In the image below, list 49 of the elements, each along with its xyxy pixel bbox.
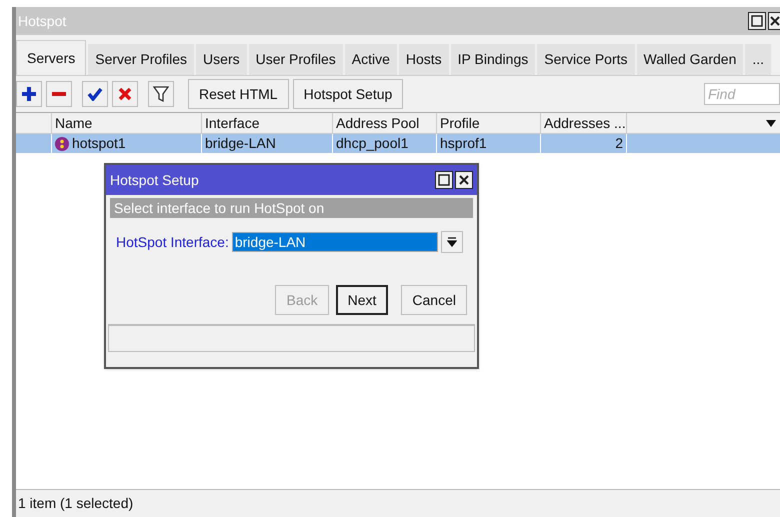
table-cell-text: hotspot1 <box>72 134 126 153</box>
column-header[interactable]: Profile <box>437 113 541 133</box>
tab[interactable]: Hosts <box>398 44 449 75</box>
close-icon[interactable] <box>455 171 473 189</box>
maximize-icon[interactable] <box>435 171 453 189</box>
column-header[interactable]: Name <box>52 113 202 133</box>
table-cell-text: bridge-LAN <box>205 134 276 153</box>
tab[interactable]: Service Ports <box>537 44 634 75</box>
hotspot-icon <box>55 136 69 150</box>
tab[interactable]: Active <box>344 44 397 75</box>
disable-button[interactable] <box>112 81 138 107</box>
status-text: 1 item (1 selected) <box>18 494 134 513</box>
table-cell-text: 2 <box>615 134 623 153</box>
table-row[interactable]: hotspot1 bridge-LAN dhcp_pool1 hsprof1 2 <box>16 134 780 153</box>
column-header[interactable]: Addresses ... <box>541 113 627 133</box>
tab[interactable]: User Profiles <box>248 44 343 75</box>
tab[interactable]: Walled Garden <box>636 44 744 75</box>
tab[interactable]: IP Bindings <box>450 44 536 75</box>
plus-icon <box>21 86 37 102</box>
dropdown-arrow-icon[interactable] <box>766 120 776 126</box>
check-icon <box>87 87 103 101</box>
tab[interactable]: Users <box>196 44 247 75</box>
close-icon[interactable] <box>768 12 780 30</box>
find-field[interactable]: Find <box>704 83 780 105</box>
filter-icon <box>153 85 169 103</box>
dialog-button[interactable]: Next <box>336 285 388 315</box>
column-header[interactable]: Interface <box>202 113 333 133</box>
arrow-down-icon <box>446 237 457 247</box>
field-label: HotSpot Interface: <box>116 232 229 252</box>
table-cell-text: hsprof1 <box>440 134 487 153</box>
remove-button[interactable] <box>46 81 72 107</box>
tab[interactable]: Servers <box>16 40 86 75</box>
filter-button[interactable] <box>148 81 174 107</box>
table-cell-text: dhcp_pool1 <box>336 134 408 153</box>
enable-button[interactable] <box>82 81 108 107</box>
tab[interactable]: Server Profiles <box>88 44 194 75</box>
interface-dropdown[interactable]: bridge-LAN <box>232 232 438 252</box>
x-icon <box>118 87 132 101</box>
dialog-subtitle: Select interface to run HotSpot on <box>110 198 473 218</box>
minus-icon <box>51 91 67 97</box>
dialog-title: Hotspot Setup <box>110 170 199 190</box>
add-button[interactable] <box>16 81 42 107</box>
dropdown-button[interactable] <box>440 231 463 253</box>
toolbar-button[interactable]: Reset HTML <box>188 79 289 109</box>
tab[interactable]: ... <box>745 44 772 75</box>
column-header[interactable]: Address Pool <box>333 113 437 133</box>
dialog-button[interactable]: Cancel <box>401 285 467 315</box>
toolbar-button[interactable]: Hotspot Setup <box>292 79 404 109</box>
maximize-icon[interactable] <box>748 12 766 30</box>
